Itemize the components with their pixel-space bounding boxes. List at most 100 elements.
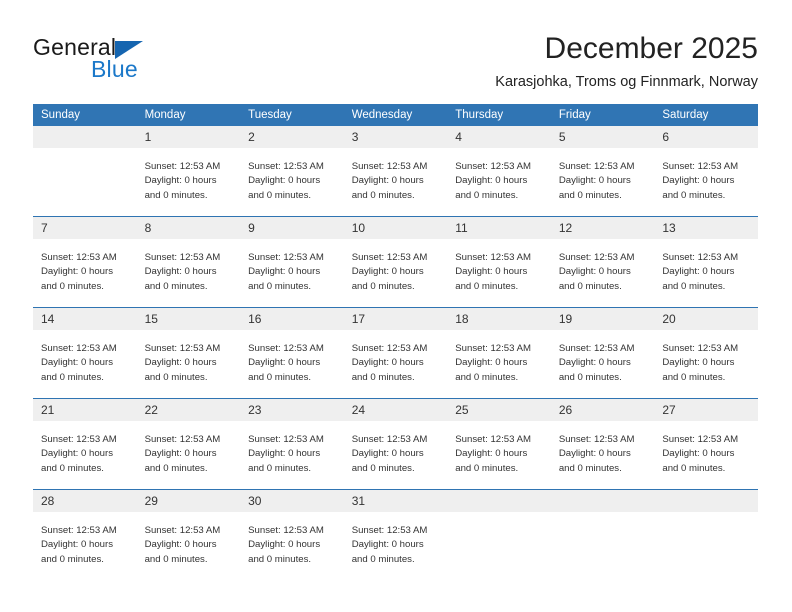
weekday-header-saturday: Saturday bbox=[654, 104, 758, 126]
calendar-day-cell[interactable]: 27 Sunset: 12:53 AM Daylight: 0 hours and 0… bbox=[654, 398, 758, 490]
day-number: 22 bbox=[136, 399, 241, 421]
weekday-header-thursday: Thursday bbox=[447, 104, 551, 126]
day-details: Sunset: 12:53 AM Daylight: 0 hours and 0 m… bbox=[33, 512, 137, 571]
daylight-text: Daylight: 0 hours bbox=[351, 357, 424, 369]
day-number: 11 bbox=[447, 217, 551, 239]
sunset-text: Sunset: 12:53 AM bbox=[558, 252, 635, 263]
calendar-day-cell[interactable]: 31 Sunset: 12:53 AM Daylight: 0 hours and 0… bbox=[343, 489, 448, 580]
daylight-text: Daylight: 0 hours bbox=[662, 175, 735, 187]
calendar-day-cell[interactable]: 10 Sunset: 12:53 AM Daylight: 0 hours and 0… bbox=[343, 216, 448, 308]
daylight-text: Daylight: 0 hours bbox=[248, 175, 321, 187]
daylight-text-cont: and 0 minutes. bbox=[41, 462, 104, 474]
daylight-text: Daylight: 0 hours bbox=[248, 448, 321, 460]
daylight-text: Daylight: 0 hours bbox=[248, 266, 321, 278]
calendar-day-cell-empty bbox=[550, 489, 655, 580]
daylight-text: Daylight: 0 hours bbox=[662, 266, 735, 278]
daylight-text-cont: and 0 minutes. bbox=[558, 189, 622, 201]
day-number bbox=[654, 490, 758, 512]
day-details: Sunset: 12:53 AM Daylight: 0 hours and 0 m… bbox=[344, 148, 448, 207]
sunset-text: Sunset: 12:53 AM bbox=[144, 525, 221, 536]
daylight-text-cont: and 0 minutes. bbox=[144, 189, 208, 201]
calendar-day-cell[interactable]: 3 Sunset: 12:53 AM Daylight: 0 hours and 0 … bbox=[343, 126, 448, 217]
day-number: 21 bbox=[33, 399, 137, 421]
daylight-text: Daylight: 0 hours bbox=[455, 448, 528, 460]
logo-word-blue: Blue bbox=[91, 56, 138, 82]
calendar-day-cell[interactable]: 12 Sunset: 12:53 AM Daylight: 0 hours and 0… bbox=[550, 216, 655, 308]
daylight-text: Daylight: 0 hours bbox=[144, 175, 217, 187]
calendar-day-cell[interactable]: 24 Sunset: 12:53 AM Daylight: 0 hours and 0… bbox=[343, 398, 448, 490]
day-details: Sunset: 12:53 AM Daylight: 0 hours and 0 m… bbox=[137, 330, 241, 389]
sunset-text: Sunset: 12:53 AM bbox=[455, 343, 531, 354]
calendar-day-cell[interactable]: 2 Sunset: 12:53 AM Daylight: 0 hours and 0 … bbox=[240, 126, 344, 217]
daylight-text: Daylight: 0 hours bbox=[248, 357, 321, 369]
daylight-text: Daylight: 0 hours bbox=[41, 357, 113, 369]
daylight-text-cont: and 0 minutes. bbox=[351, 371, 415, 383]
sunset-text: Sunset: 12:53 AM bbox=[144, 252, 221, 263]
calendar-day-cell[interactable]: 17 Sunset: 12:53 AM Daylight: 0 hours and 0… bbox=[343, 307, 448, 399]
calendar-day-cell[interactable]: 13 Sunset: 12:53 AM Daylight: 0 hours and 0… bbox=[654, 216, 758, 308]
day-number: 8 bbox=[136, 217, 241, 239]
day-number: 7 bbox=[33, 217, 137, 239]
calendar-day-cell[interactable]: 15 Sunset: 12:53 AM Daylight: 0 hours and 0… bbox=[136, 307, 241, 399]
daylight-text-cont: and 0 minutes. bbox=[248, 189, 312, 201]
daylight-text-cont: and 0 minutes. bbox=[351, 462, 415, 474]
calendar-day-cell[interactable]: 29 Sunset: 12:53 AM Daylight: 0 hours and 0… bbox=[136, 489, 241, 580]
calendar-day-cell[interactable]: 6 Sunset: 12:53 AM Daylight: 0 hours and 0 … bbox=[654, 126, 758, 217]
day-details: Sunset: 12:53 AM Daylight: 0 hours and 0 m… bbox=[447, 148, 551, 207]
calendar-day-cell[interactable]: 16 Sunset: 12:53 AM Daylight: 0 hours and 0… bbox=[240, 307, 344, 399]
sunset-text: Sunset: 12:53 AM bbox=[662, 161, 739, 172]
daylight-text: Daylight: 0 hours bbox=[558, 448, 631, 460]
daylight-text-cont: and 0 minutes. bbox=[41, 371, 104, 383]
calendar-day-cell[interactable]: 26 Sunset: 12:53 AM Daylight: 0 hours and 0… bbox=[550, 398, 655, 490]
calendar-day-cell[interactable]: 9 Sunset: 12:53 AM Daylight: 0 hours and 0 … bbox=[240, 216, 344, 308]
calendar-day-cell[interactable]: 14 Sunset: 12:53 AM Daylight: 0 hours and 0… bbox=[33, 307, 137, 399]
daylight-text: Daylight: 0 hours bbox=[41, 539, 113, 551]
day-details: Sunset: 12:53 AM Daylight: 0 hours and 0 m… bbox=[240, 239, 344, 298]
calendar-day-cell[interactable]: 5 Sunset: 12:53 AM Daylight: 0 hours and 0 … bbox=[550, 126, 655, 217]
day-number: 30 bbox=[240, 490, 344, 512]
calendar-body: 1 Sunset: 12:53 AM Daylight: 0 hours and 0 … bbox=[33, 126, 758, 580]
day-number: 16 bbox=[240, 308, 344, 330]
calendar-table: Sunday Monday Tuesday Wednesday Thursday Frid… bbox=[33, 104, 758, 580]
calendar-week-row: 28 Sunset: 12:53 AM Daylight: 0 hours and 0… bbox=[33, 489, 758, 580]
daylight-text-cont: and 0 minutes. bbox=[455, 371, 519, 383]
sunset-text: Sunset: 12:53 AM bbox=[144, 343, 221, 354]
calendar-day-cell[interactable]: 19 Sunset: 12:53 AM Daylight: 0 hours and 0… bbox=[550, 307, 655, 399]
day-number: 27 bbox=[654, 399, 758, 421]
calendar-day-cell[interactable]: 30 Sunset: 12:53 AM Daylight: 0 hours and 0… bbox=[240, 489, 344, 580]
calendar-day-cell[interactable]: 7 Sunset: 12:53 AM Daylight: 0 hours and 0 … bbox=[33, 216, 137, 308]
daylight-text: Daylight: 0 hours bbox=[662, 357, 735, 369]
calendar-day-cell[interactable]: 23 Sunset: 12:53 AM Daylight: 0 hours and 0… bbox=[240, 398, 344, 490]
daylight-text-cont: and 0 minutes. bbox=[558, 371, 622, 383]
daylight-text-cont: and 0 minutes. bbox=[248, 553, 312, 565]
calendar-day-cell[interactable]: 25 Sunset: 12:53 AM Daylight: 0 hours and 0… bbox=[447, 398, 551, 490]
day-number: 12 bbox=[550, 217, 655, 239]
calendar-day-cell[interactable]: 18 Sunset: 12:53 AM Daylight: 0 hours and 0… bbox=[447, 307, 551, 399]
calendar-day-cell[interactable]: 28 Sunset: 12:53 AM Daylight: 0 hours and 0… bbox=[33, 489, 137, 580]
day-number: 17 bbox=[343, 308, 448, 330]
calendar-day-cell[interactable]: 20 Sunset: 12:53 AM Daylight: 0 hours and 0… bbox=[654, 307, 758, 399]
calendar-week-row: 14 Sunset: 12:53 AM Daylight: 0 hours and 0… bbox=[33, 307, 758, 399]
calendar-day-cell[interactable]: 4 Sunset: 12:53 AM Daylight: 0 hours and 0 … bbox=[447, 126, 551, 217]
day-details: Sunset: 12:53 AM Daylight: 0 hours and 0 m… bbox=[654, 239, 758, 298]
day-number bbox=[550, 490, 655, 512]
day-details: Sunset: 12:53 AM Daylight: 0 hours and 0 m… bbox=[240, 421, 344, 480]
daylight-text-cont: and 0 minutes. bbox=[248, 371, 312, 383]
sunset-text: Sunset: 12:53 AM bbox=[41, 525, 117, 536]
sunset-text: Sunset: 12:53 AM bbox=[248, 434, 324, 445]
day-number: 15 bbox=[136, 308, 241, 330]
calendar-day-cell[interactable]: 21 Sunset: 12:53 AM Daylight: 0 hours and 0… bbox=[33, 398, 137, 490]
day-number: 2 bbox=[240, 126, 344, 148]
day-number: 29 bbox=[136, 490, 241, 512]
day-details: Sunset: 12:53 AM Daylight: 0 hours and 0 m… bbox=[344, 239, 448, 298]
day-details: Sunset: 12:53 AM Daylight: 0 hours and 0 m… bbox=[137, 239, 241, 298]
general-blue-logo[interactable]: General Blue bbox=[33, 34, 213, 90]
calendar-day-cell[interactable]: 22 Sunset: 12:53 AM Daylight: 0 hours and 0… bbox=[136, 398, 241, 490]
daylight-text: Daylight: 0 hours bbox=[662, 448, 735, 460]
calendar-day-cell[interactable]: 8 Sunset: 12:53 AM Daylight: 0 hours and 0 … bbox=[136, 216, 241, 308]
day-details: Sunset: 12:53 AM Daylight: 0 hours and 0 m… bbox=[33, 421, 137, 480]
day-number: 9 bbox=[240, 217, 344, 239]
sunset-text: Sunset: 12:53 AM bbox=[455, 161, 531, 172]
calendar-day-cell[interactable]: 11 Sunset: 12:53 AM Daylight: 0 hours and 0… bbox=[447, 216, 551, 308]
calendar-day-cell[interactable]: 1 Sunset: 12:53 AM Daylight: 0 hours and 0 … bbox=[136, 126, 241, 217]
